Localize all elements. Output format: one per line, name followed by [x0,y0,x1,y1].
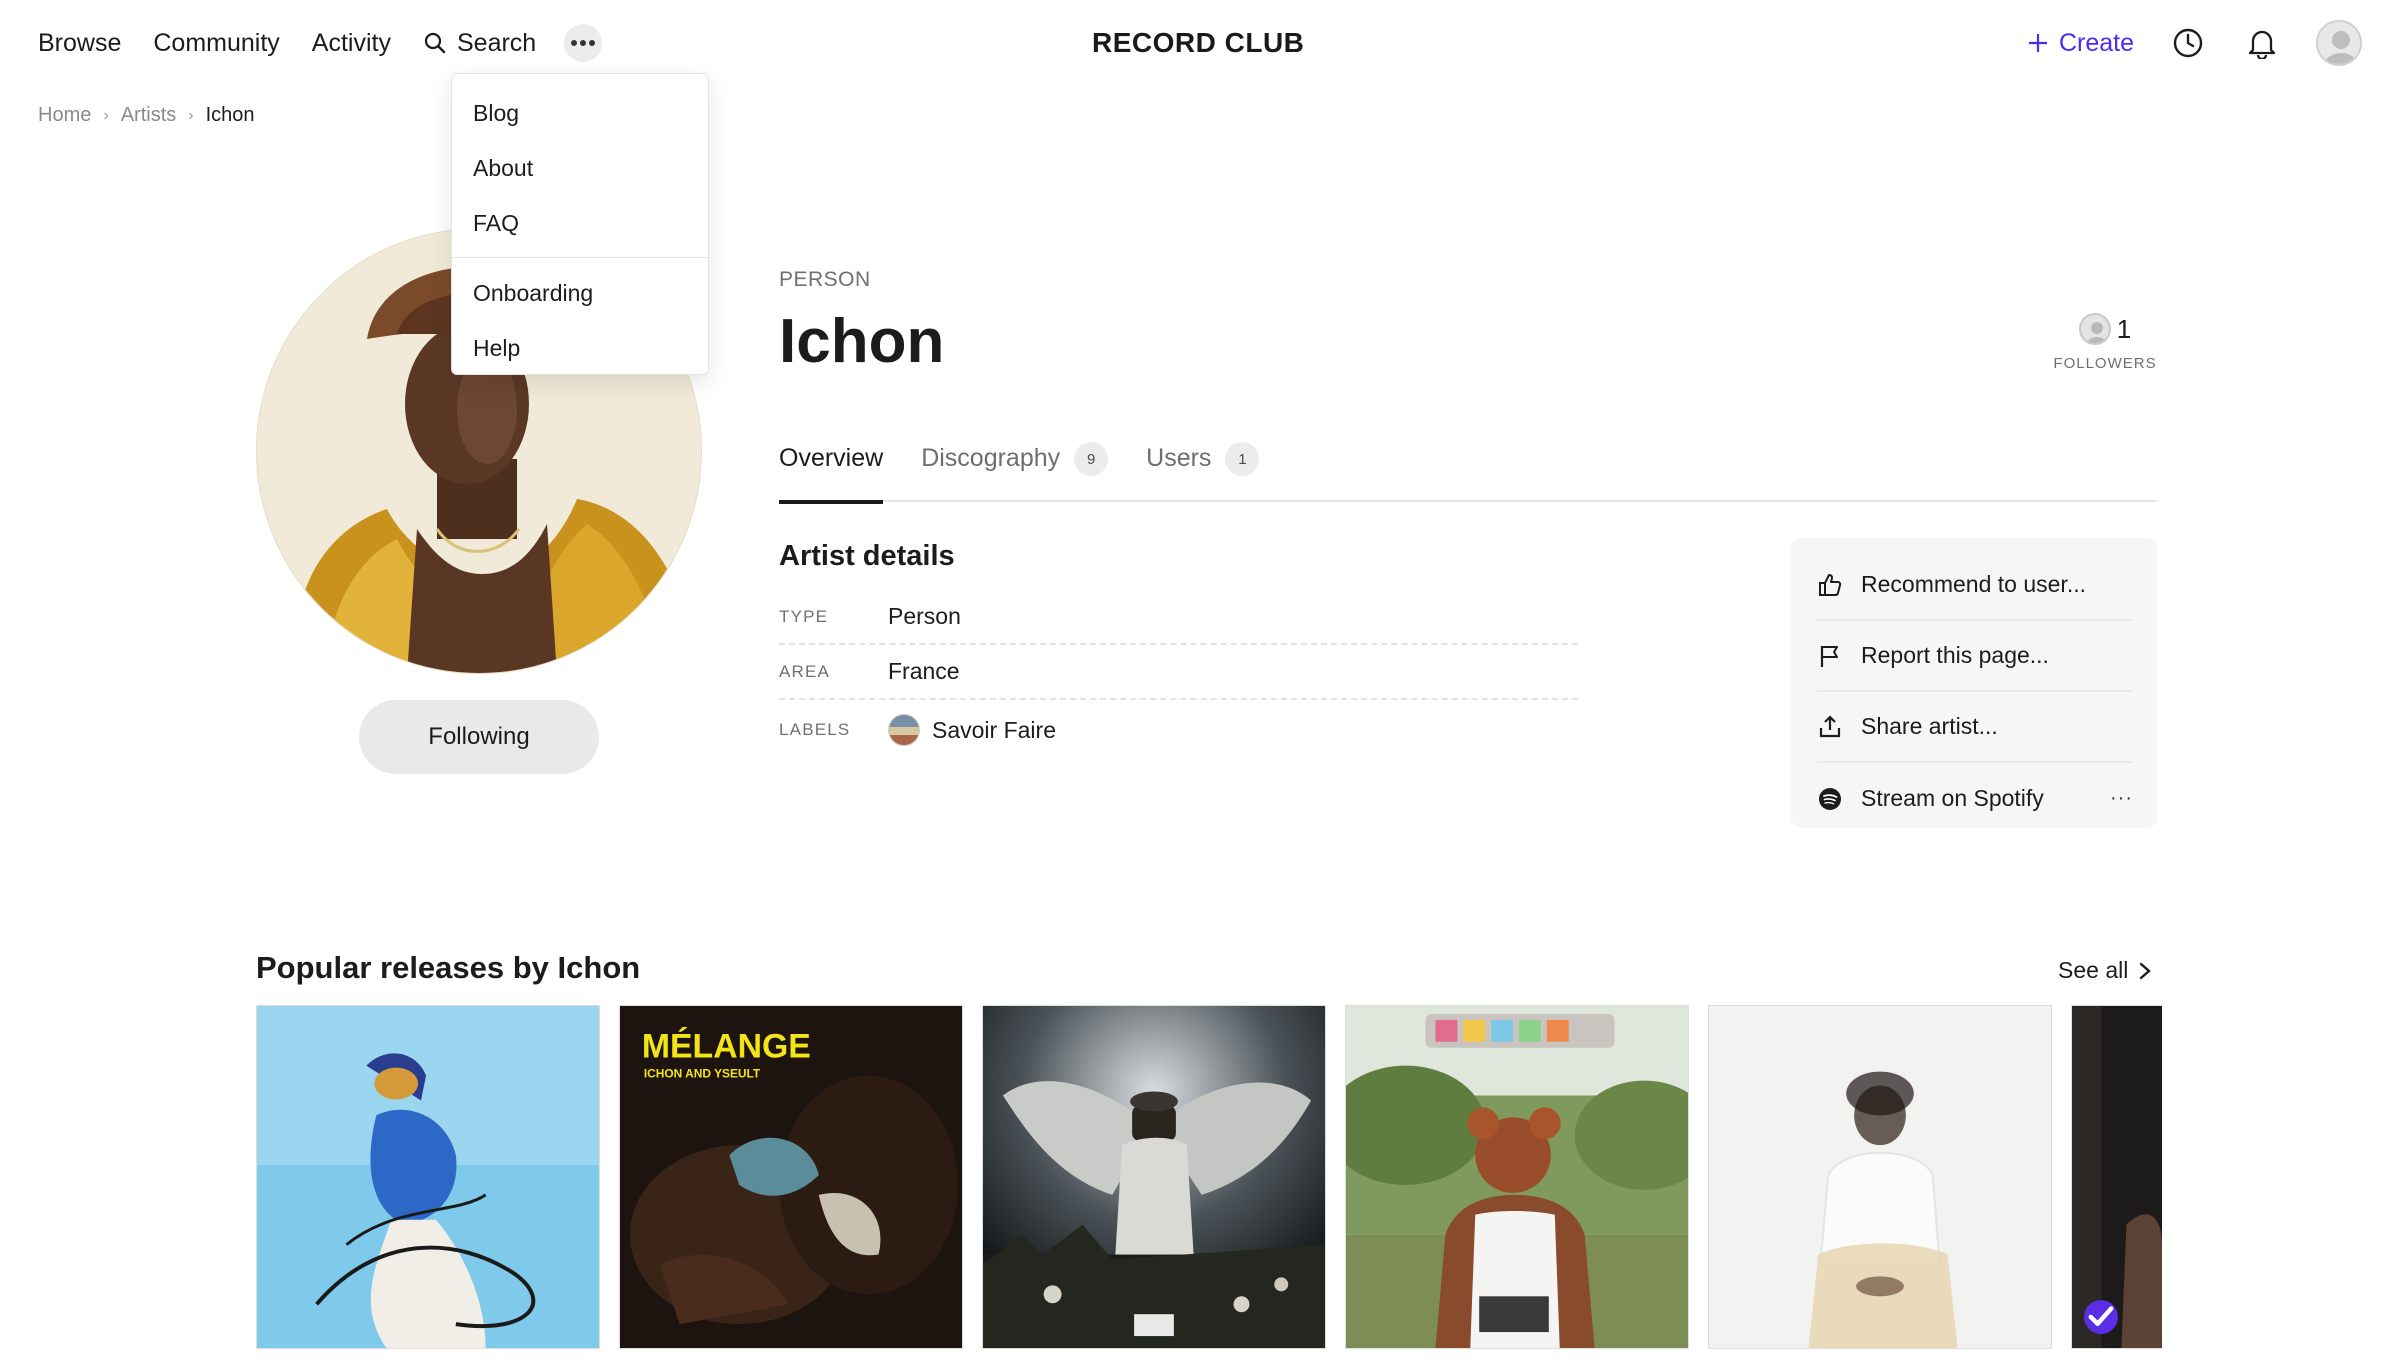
chevron-right-icon: › [103,106,109,124]
release-cover-art [983,1006,1325,1348]
breadcrumb-artists[interactable]: Artists [121,104,177,127]
label-logo [888,714,920,746]
artist-details-title: Artist details [779,540,955,572]
popular-releases-title: Popular releases by Ichon [256,950,641,985]
following-button[interactable]: Following [359,700,599,774]
detail-row-type: TYPE Person [779,590,1578,645]
nav-activity[interactable]: Activity [312,29,391,58]
see-all-link[interactable]: See all [2058,957,2152,984]
detail-value-type: Person [888,603,961,629]
follower-avatar [2078,313,2111,345]
breadcrumb-home[interactable]: Home [38,104,91,127]
nav-search-label: Search [456,28,537,57]
cover-title: MÉLANGE [642,1028,811,1066]
release-cover-art: MÉLANGE ICHON AND YSEULT [620,1006,962,1348]
main-nav: Browse Community Activity Search [38,24,603,62]
detail-row-area: AREA France [779,645,1578,700]
tab-overview[interactable]: Overview [779,434,884,504]
artist-name: Ichon [779,307,945,376]
artist-tabs: Overview Discography 9 Users 1 [779,434,2157,504]
history-button[interactable] [2168,23,2208,63]
recommend-label: Recommend to user... [1861,571,2086,597]
thumbs-up-icon [1819,573,1842,596]
breadcrumb: Home › Artists › Ichon [38,104,255,127]
menu-divider [452,257,708,258]
top-navigation: Browse Community Activity Search RECORD … [0,0,2400,88]
artist-details-list: TYPE Person AREA France LABELS Savoir Fa… [779,590,1578,760]
breadcrumb-current: Ichon [205,104,255,126]
report-label: Report this page... [1861,642,2049,668]
user-avatar-icon [2318,22,2360,64]
release-cover-art [1709,1006,2051,1348]
share-icon [1819,714,1841,737]
user-avatar[interactable] [2316,20,2362,66]
flag-icon [1820,645,1838,667]
nav-community[interactable]: Community [153,29,279,58]
share-label: Share artist... [1861,713,1998,739]
report-action[interactable]: Report this page... [1817,621,2133,692]
more-horizontal-icon [571,40,596,46]
detail-key: TYPE [779,606,829,626]
menu-item-help[interactable]: Help [452,321,708,376]
recommend-action[interactable]: Recommend to user... [1817,550,2133,621]
create-button[interactable]: Create [2027,29,2134,58]
release-cover[interactable] [256,1005,600,1349]
tab-overview-label: Overview [779,444,884,472]
followers-summary[interactable]: 1 FOLLOWERS [2050,313,2160,372]
label-link[interactable]: Savoir Faire [888,714,1056,746]
more-menu-button[interactable] [564,24,603,62]
clock-icon [2173,28,2203,58]
followers-label: FOLLOWERS [2053,355,2157,372]
more-options-icon[interactable]: ··· [2110,787,2133,810]
followers-count: 1 [2116,313,2132,344]
nav-search[interactable]: Search [423,29,536,58]
nav-browse[interactable]: Browse [38,29,121,58]
release-cover[interactable] [2071,1005,2162,1349]
spotify-icon [1819,787,1841,810]
release-cover[interactable] [1708,1005,2052,1349]
search-icon [424,32,446,54]
release-cover[interactable] [1345,1005,1689,1349]
create-label: Create [2058,28,2134,57]
release-cover-art [2072,1006,2162,1348]
artist-actions-panel: Recommend to user... Report this page...… [1791,538,2157,828]
release-cover[interactable] [982,1005,1326,1349]
menu-item-onboarding[interactable]: Onboarding [452,266,708,321]
artist-kind: PERSON [779,268,871,291]
tab-discography[interactable]: Discography 9 [921,434,1109,502]
release-cover-art [1346,1006,1688,1348]
chevron-right-icon [2140,962,2152,979]
release-cover-art [257,1006,599,1348]
label-name: Savoir Faire [932,716,1056,743]
notifications-button[interactable] [2242,23,2282,63]
tab-users-label: Users [1146,444,1212,472]
release-cover[interactable]: MÉLANGE ICHON AND YSEULT [619,1005,963,1349]
chevron-right-icon: › [188,106,194,124]
detail-row-labels: LABELS Savoir Faire [779,700,1578,760]
more-dropdown-menu: Blog About FAQ Onboarding Help [451,73,709,375]
listened-check-icon [2084,1300,2118,1334]
tab-discography-label: Discography [921,444,1061,472]
detail-value-area[interactable]: France [888,658,960,685]
cover-subtitle: ICHON AND YSEULT [644,1067,761,1081]
tab-users[interactable]: Users 1 [1146,434,1260,502]
share-action[interactable]: Share artist... [1817,692,2133,763]
menu-item-faq[interactable]: FAQ [452,196,708,251]
menu-item-about[interactable]: About [452,141,708,196]
spotify-action[interactable]: Stream on Spotify ··· [1817,763,2133,834]
tab-users-count: 1 [1225,442,1260,476]
menu-item-blog[interactable]: Blog [452,86,708,141]
detail-key: LABELS [779,720,851,739]
site-logo[interactable]: RECORD CLUB [1092,27,1304,59]
detail-key: AREA [779,661,831,681]
nav-actions: Create [2027,20,2362,66]
releases-carousel: MÉLANGE ICHON AND YSEULT [256,1005,2162,1360]
bell-icon [2248,30,2276,59]
spotify-label: Stream on Spotify [1861,785,2044,811]
see-all-label: See all [2058,957,2129,983]
tab-discography-count: 9 [1074,442,1109,476]
plus-icon [2028,34,2047,52]
